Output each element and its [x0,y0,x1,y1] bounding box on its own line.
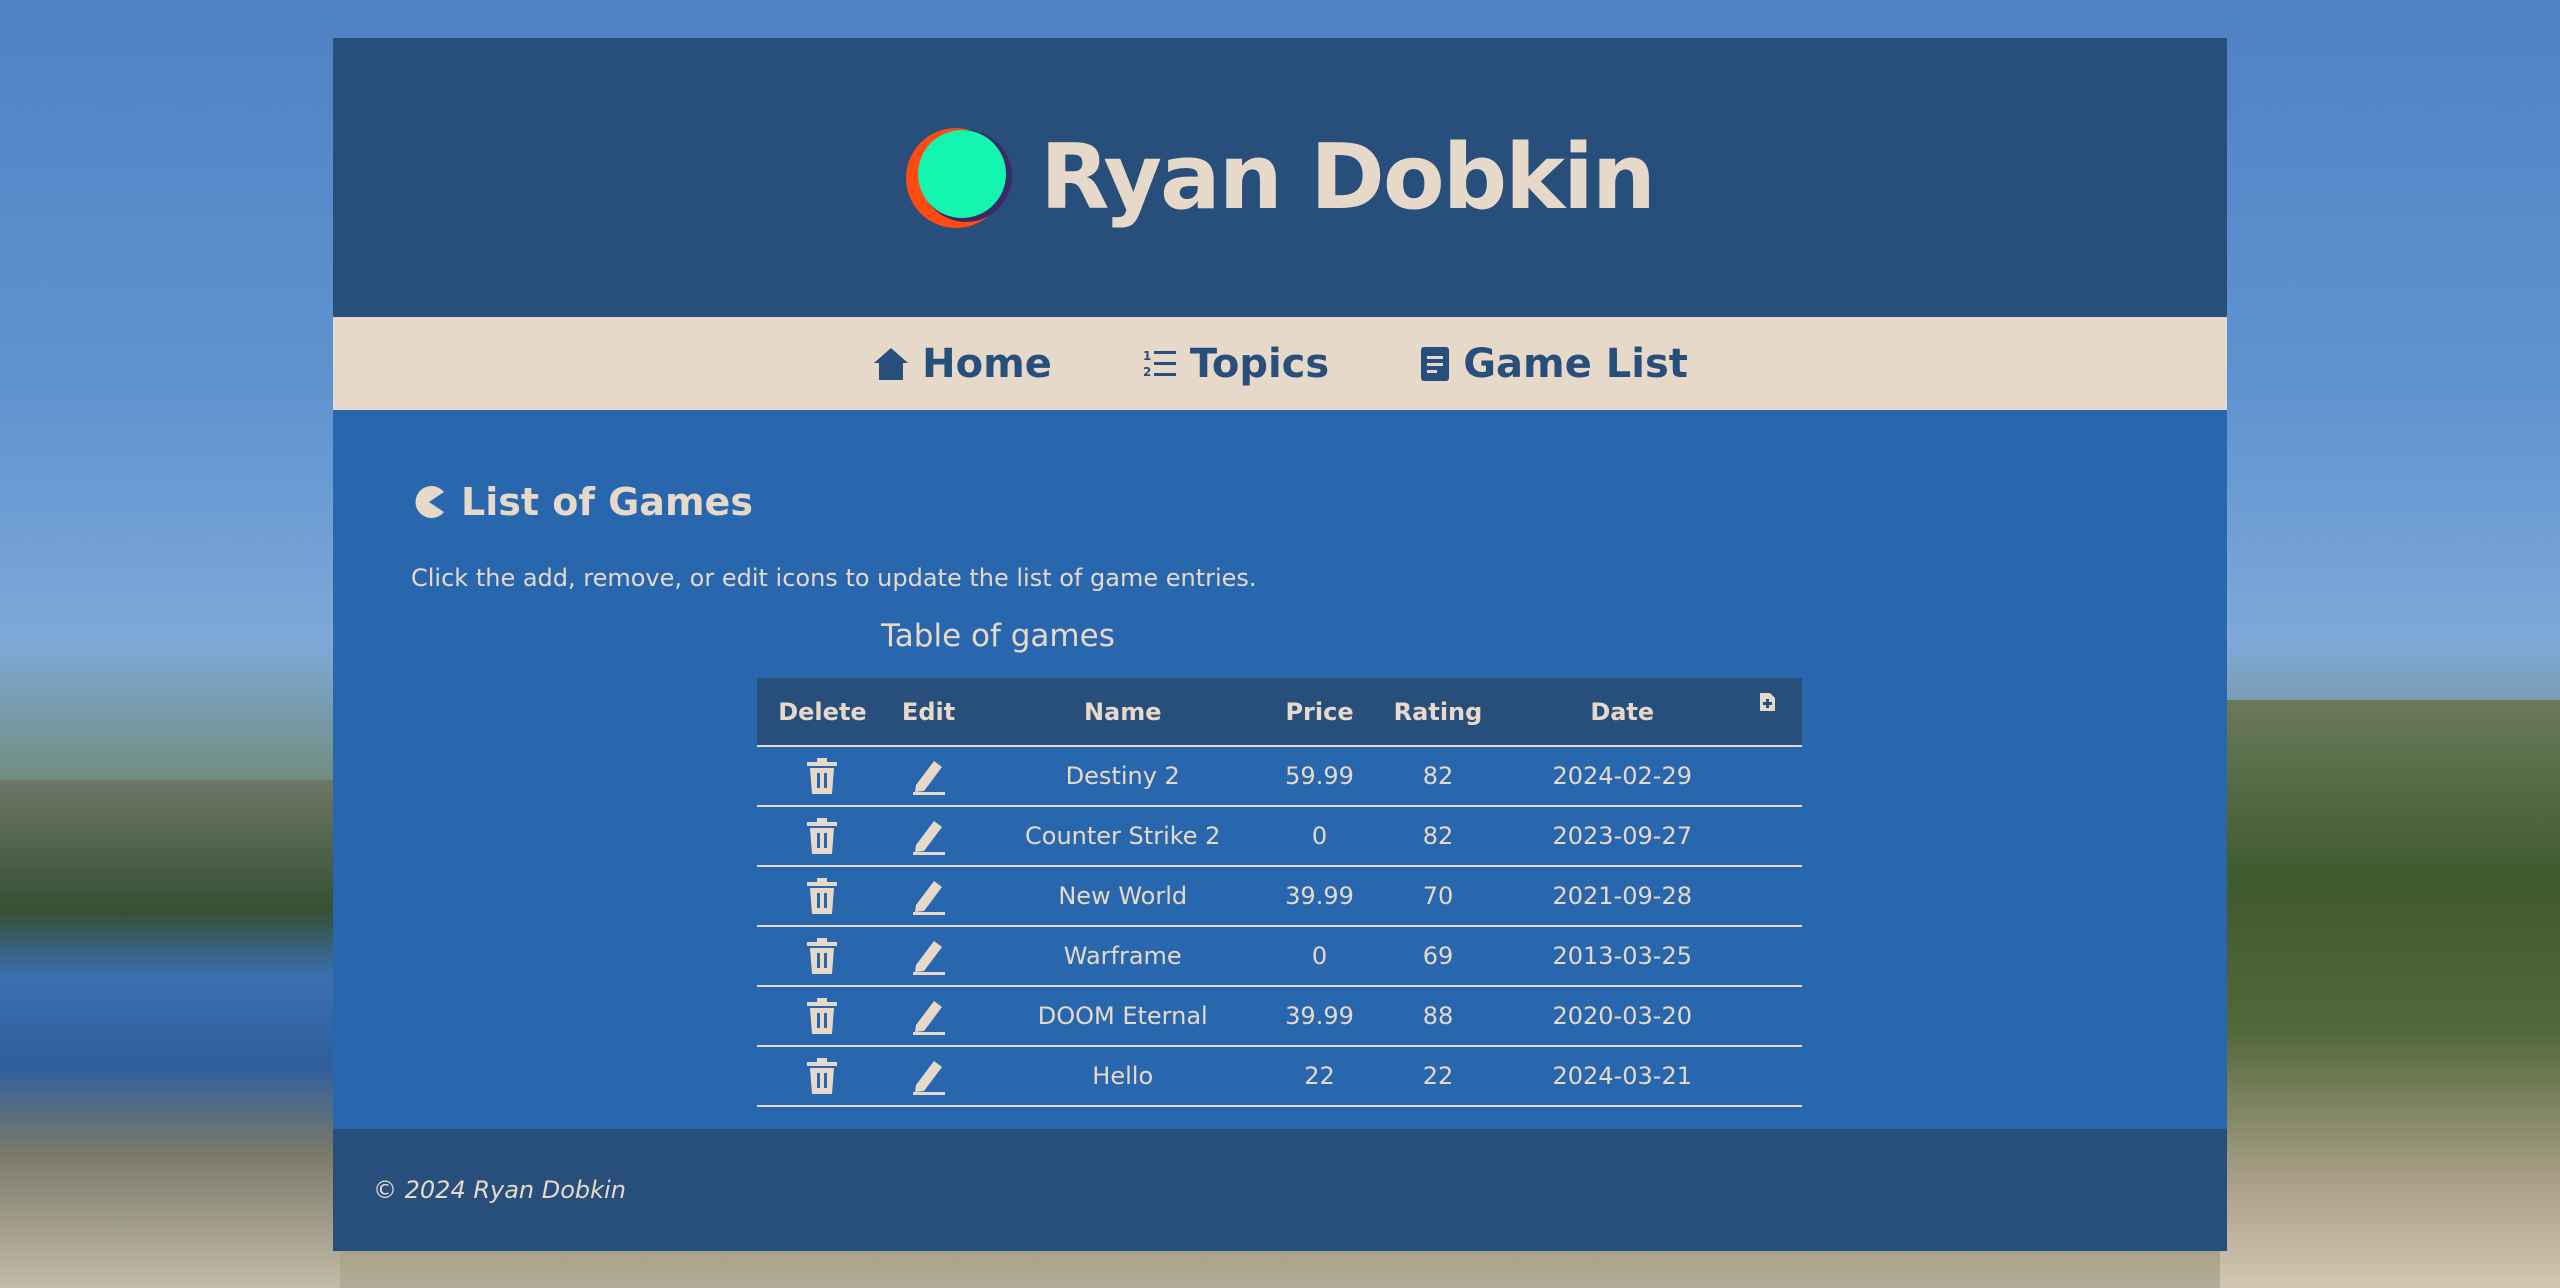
logo-icon [906,127,1013,228]
main-content: List of Games Click the add, remove, or … [333,410,2227,1107]
edit-button[interactable] [887,806,970,867]
nav-topics-label: Topics [1189,340,1330,387]
cell-rating: 88 [1362,986,1514,1047]
cell-name: Destiny 2 [969,746,1277,807]
cell-name: DOOM Eternal [969,986,1277,1047]
cell-date: 2013-03-25 [1513,926,1732,987]
cell-price: 0 [1276,926,1363,987]
cell-spacer [1731,986,1802,1047]
cell-price: 39.99 [1276,866,1363,927]
cell-spacer [1731,926,1802,987]
pencil-icon [912,1001,945,1035]
header-delete: Delete [757,678,888,747]
edit-button[interactable] [887,926,970,987]
edit-button[interactable] [887,746,970,807]
background-landscape-right [2220,700,2560,1288]
edit-button[interactable] [887,866,970,927]
trash-icon [807,998,838,1034]
table-row: Destiny 2 59.99 82 2024-02-29 [757,746,1802,807]
copyright-text: © 2024 Ryan Dobkin [373,1176,626,1204]
home-icon [874,347,909,380]
pencil-icon [912,941,945,975]
cell-price: 0 [1276,806,1363,867]
delete-button[interactable] [757,926,888,987]
cell-price: 39.99 [1276,986,1363,1047]
edit-button[interactable] [887,1046,970,1107]
section-title-label: List of Games [461,480,753,524]
cell-rating: 82 [1362,806,1514,867]
nav-game-list[interactable]: Game List [1419,341,1688,387]
site-title: Ryan Dobkin [1040,125,1656,230]
table-caption: Table of games [881,618,1115,654]
nav-game-list-label: Game List [1463,340,1688,387]
cell-rating: 82 [1362,746,1514,807]
table-header-row: Delete Edit Name Price Rating Date [757,678,1802,747]
cell-date: 2021-09-28 [1513,866,1732,927]
header-add [1731,678,1802,747]
pencil-icon [912,1061,945,1095]
cell-spacer [1731,746,1802,807]
section-title: List of Games [411,480,2149,524]
delete-button[interactable] [757,746,888,807]
header-price: Price [1276,678,1363,747]
trash-icon [807,878,838,914]
document-icon [1421,346,1450,381]
intro-text: Click the add, remove, or edit icons to … [411,564,1257,592]
cell-price: 22 [1276,1046,1363,1107]
table-row: DOOM Eternal 39.99 88 2020-03-20 [757,986,1802,1047]
site-header: Ryan Dobkin [333,38,2227,317]
table-row: Warframe 0 69 2013-03-25 [757,926,1802,987]
site-footer: © 2024 Ryan Dobkin [333,1129,2227,1251]
main-nav: Home 1 2 Topics Game List [333,317,2227,410]
cell-spacer [1731,1046,1802,1107]
table-row: Hello 22 22 2024-03-21 [757,1046,1802,1107]
cell-spacer [1731,866,1802,927]
page-container: Ryan Dobkin Home 1 2 Topics Game List Li… [333,38,2227,1251]
add-file-icon[interactable] [1758,692,1776,712]
games-table: Delete Edit Name Price Rating Date Desti… [757,678,1802,1107]
cell-name: New World [969,866,1277,927]
cell-date: 2023-09-27 [1513,806,1732,867]
cell-name: Counter Strike 2 [969,806,1277,867]
table-row: New World 39.99 70 2021-09-28 [757,866,1802,927]
cell-date: 2020-03-20 [1513,986,1732,1047]
header-edit: Edit [887,678,970,747]
delete-button[interactable] [757,806,888,867]
nav-home-label: Home [922,340,1052,387]
table-row: Counter Strike 2 0 82 2023-09-27 [757,806,1802,867]
nav-home[interactable]: Home [872,341,1052,387]
cell-rating: 22 [1362,1046,1514,1107]
brand: Ryan Dobkin [906,125,1656,230]
cell-date: 2024-03-21 [1513,1046,1732,1107]
pencil-icon [912,821,945,855]
header-name: Name [969,678,1277,747]
delete-button[interactable] [757,986,888,1047]
cell-name: Warframe [969,926,1277,987]
cell-spacer [1731,806,1802,867]
games-table-wrapper: Table of games Delete Edit Name Price Ra… [757,618,1802,1107]
numbered-list-icon: 1 2 [1143,349,1176,379]
trash-icon [807,938,838,974]
delete-button[interactable] [757,866,888,927]
pencil-icon [912,761,945,795]
svg-text:2: 2 [1143,365,1151,379]
pencil-icon [912,881,945,915]
background-landscape-left [0,780,340,1288]
trash-icon [807,818,838,854]
cell-price: 59.99 [1276,746,1363,807]
delete-button[interactable] [757,1046,888,1107]
cell-rating: 69 [1362,926,1514,987]
cell-date: 2024-02-29 [1513,746,1732,807]
cell-name: Hello [969,1046,1277,1107]
trash-icon [807,758,838,794]
pacman-icon [415,486,444,518]
nav-topics[interactable]: 1 2 Topics [1142,341,1329,387]
trash-icon [807,1058,838,1094]
svg-text:1: 1 [1143,349,1151,363]
header-rating: Rating [1362,678,1514,747]
cell-rating: 70 [1362,866,1514,927]
edit-button[interactable] [887,986,970,1047]
header-date: Date [1513,678,1732,747]
